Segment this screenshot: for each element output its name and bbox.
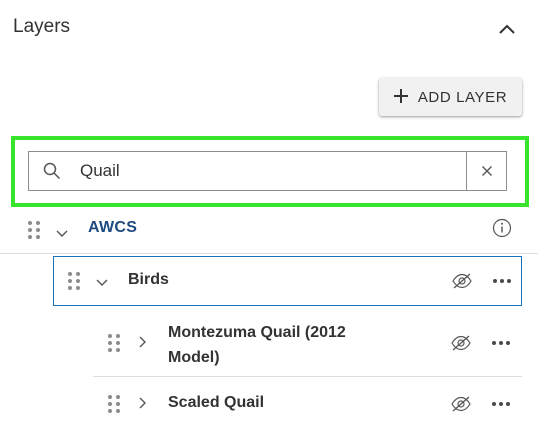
add-layer-label: ADD LAYER [417, 88, 508, 106]
chevron-right-icon[interactable] [136, 396, 150, 410]
chevron-up-icon [499, 24, 515, 34]
drag-handle-icon[interactable] [68, 271, 80, 291]
chevron-right-icon[interactable] [136, 335, 150, 349]
more-icon[interactable] [491, 275, 513, 287]
layer-row-montezuma-quail[interactable]: Montezuma Quail (2012 Model) [93, 310, 522, 377]
search-input[interactable] [75, 152, 466, 190]
layer-label-scaled-quail[interactable]: Scaled Quail [168, 394, 264, 412]
chevron-down-icon[interactable] [95, 276, 109, 290]
search-field[interactable] [28, 151, 507, 191]
info-icon[interactable] [491, 217, 513, 239]
layer-label-line: Model) [168, 349, 220, 366]
close-icon [481, 166, 492, 176]
clear-search-button[interactable] [466, 152, 506, 190]
chevron-down-icon[interactable] [55, 227, 69, 241]
layer-label-awcs[interactable]: AWCS [88, 219, 137, 237]
drag-handle-icon[interactable] [108, 333, 120, 353]
layer-label-line: Montezuma Quail (2012 [168, 324, 346, 341]
eye-off-icon[interactable] [450, 333, 472, 353]
panel-title: Layers [13, 16, 71, 37]
layer-label-montezuma-quail[interactable]: Montezuma Quail (2012 Model) [168, 320, 346, 370]
eye-off-icon[interactable] [450, 394, 472, 414]
layer-row-scaled-quail[interactable]: Scaled Quail [93, 378, 522, 430]
drag-handle-icon[interactable] [28, 220, 40, 240]
more-icon[interactable] [490, 398, 512, 410]
drag-handle-icon[interactable] [108, 394, 120, 414]
plus-icon [393, 85, 408, 107]
eye-off-icon[interactable] [451, 271, 473, 291]
layer-row-birds[interactable]: Birds [53, 256, 522, 306]
layer-row-awcs[interactable]: AWCS [0, 206, 538, 254]
more-icon[interactable] [490, 337, 512, 349]
search-icon [29, 162, 75, 180]
collapse-panel-button[interactable] [494, 16, 520, 42]
layer-label-birds[interactable]: Birds [128, 271, 169, 289]
add-layer-button[interactable]: ADD LAYER [379, 78, 522, 116]
